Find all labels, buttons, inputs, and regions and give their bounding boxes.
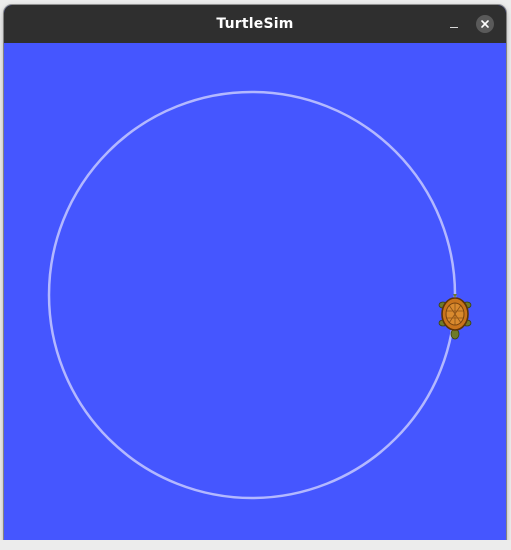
drawing-surface — [47, 90, 472, 500]
close-button[interactable] — [476, 15, 494, 33]
desktop-background — [0, 540, 511, 550]
close-icon — [481, 20, 489, 28]
turtlesim-window: TurtleSim — [4, 5, 506, 545]
turtle-canvas — [4, 43, 506, 545]
turtle-icon — [438, 294, 472, 340]
title-bar[interactable]: TurtleSim — [4, 5, 506, 43]
minimize-icon — [450, 27, 458, 28]
window-title: TurtleSim — [216, 16, 294, 32]
minimize-button[interactable] — [444, 14, 464, 34]
pen-trail-circle — [47, 90, 457, 500]
